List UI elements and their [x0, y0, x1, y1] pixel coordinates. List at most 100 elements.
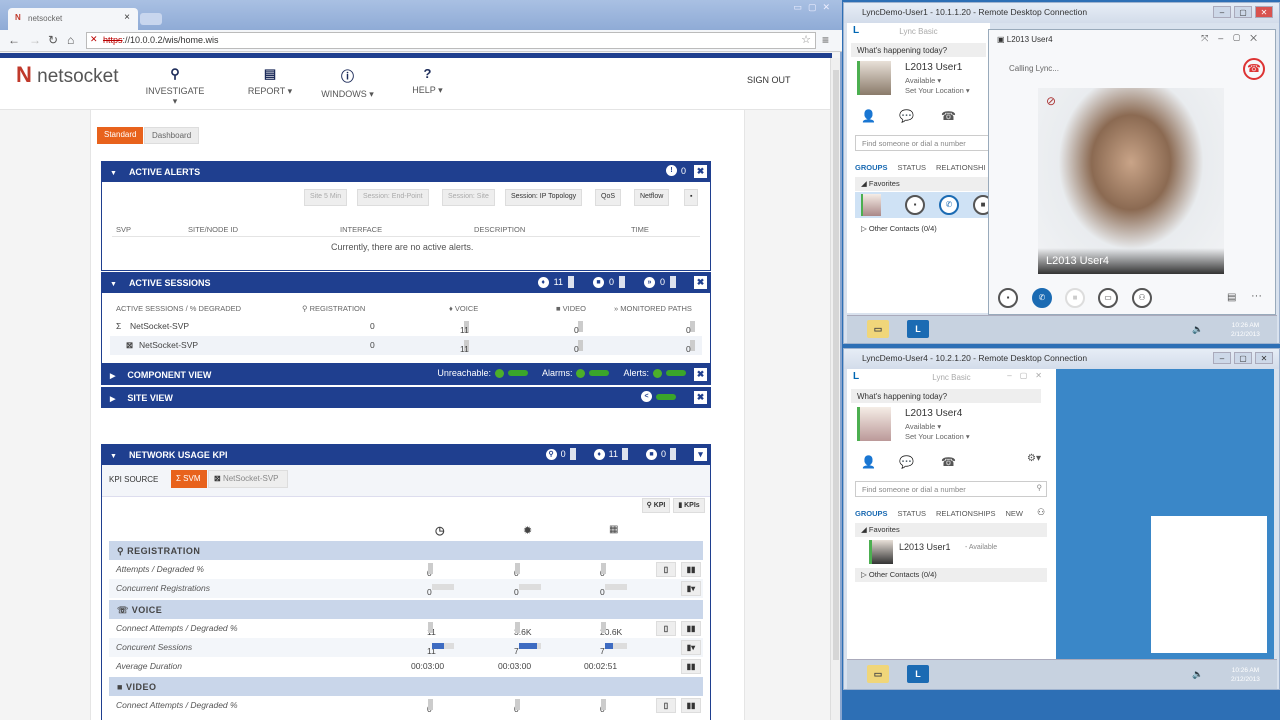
new-tab-button[interactable] [140, 13, 162, 25]
contact-card-icon[interactable]: ▤ [1227, 292, 1236, 303]
bookmark-star-icon[interactable]: ☆ [801, 33, 811, 46]
session-row[interactable]: ⊠ NetSocket-SVP 0 11 0 0 [110, 336, 702, 355]
favorites-group[interactable]: ◢ Favorites [855, 177, 990, 191]
table-view-button[interactable]: ▯ [656, 698, 676, 713]
session-ip-topology-button[interactable]: Session: IP Topology [505, 189, 583, 206]
tab-relationships[interactable]: RELATIONSHIPS [936, 509, 995, 518]
qos-button[interactable]: QoS [595, 189, 622, 206]
presence-dropdown[interactable]: Available ▾ [905, 422, 941, 431]
im-button[interactable]: ▪ [905, 195, 925, 215]
chart-button[interactable]: ▮▮ [681, 659, 701, 674]
col-description[interactable]: DESCRIPTION [474, 225, 525, 234]
session-site-button[interactable]: Session: Site [442, 189, 495, 206]
conversation-window-controls[interactable]: ⤧–▢✕ [1201, 33, 1267, 44]
chart-button[interactable]: ▮▮ [681, 621, 701, 636]
pin-icon[interactable]: ✖ [694, 368, 707, 381]
phone-icon[interactable]: ☎ [941, 109, 956, 123]
conversations-icon[interactable]: 💬 [899, 455, 914, 469]
tab-status[interactable]: STATUS [898, 509, 926, 518]
section-video[interactable]: ■ VIDEO [109, 677, 703, 696]
rdp-window-controls[interactable]: – ▢ ✕ [1213, 352, 1273, 364]
pin-icon[interactable]: ✖ [694, 276, 707, 289]
site-view-header[interactable]: ▶ SITE VIEW < ✖ [102, 388, 710, 408]
chart-dropdown-button[interactable]: ▮▾ [681, 640, 701, 655]
settings-gear-icon[interactable]: ⚙▾ [1027, 453, 1041, 464]
url-input[interactable]: ✕ https://10.0.0.2/wis/home.wis ☆ [86, 32, 816, 49]
source-netsocket-svp-button[interactable]: ⊠ NetSocket-SVP [208, 470, 288, 488]
window-controls[interactable]: ▭▢✕ [793, 2, 836, 13]
video-button-disabled[interactable]: ■ [1065, 288, 1085, 308]
site-5min-button[interactable]: Site 5 Min [304, 189, 348, 206]
menu-windows[interactable]: ⓘ WINDOWS ▾ [320, 66, 375, 100]
find-contact-input[interactable]: Find someone or dial a number [855, 135, 990, 151]
active-alerts-header[interactable]: ▼ ACTIVE ALERTS ! 0 ✖ [102, 162, 710, 182]
lync-taskbar-icon[interactable]: L [907, 320, 929, 338]
participants-button[interactable]: ⚇ [1132, 288, 1152, 308]
tab-groups[interactable]: GROUPS [855, 163, 888, 172]
col-svp[interactable]: SVP [116, 225, 131, 234]
view-standard-tab[interactable]: Standard [97, 127, 144, 144]
volume-icon[interactable]: 🔈 [1192, 669, 1203, 680]
source-svm-button[interactable]: Σ SVM [171, 470, 207, 488]
more-options-icon[interactable]: ··· [1251, 290, 1262, 302]
lync-window-controls[interactable]: –▢✕ [1007, 371, 1050, 380]
phone-icon[interactable]: ☎ [941, 455, 956, 469]
pin-icon[interactable]: ✖ [694, 165, 707, 178]
export-icon[interactable]: ▪ [684, 189, 699, 206]
lync-taskbar-icon[interactable]: L [907, 665, 929, 683]
home-icon[interactable]: ⌂ [67, 33, 74, 47]
conversations-icon[interactable]: 💬 [899, 109, 914, 123]
contacts-icon[interactable]: 👤 [861, 455, 876, 469]
reload-icon[interactable]: ↻ [48, 33, 58, 47]
location-dropdown[interactable]: Set Your Location ▾ [905, 432, 970, 441]
status-note-input[interactable]: What's happening today? [851, 389, 1041, 403]
file-explorer-icon[interactable]: ▭ [867, 665, 889, 683]
taskbar-clock[interactable]: 10:26 AM 2/12/2013 [1231, 321, 1260, 339]
favorites-group[interactable]: ◢ Favorites [855, 523, 1047, 537]
taskbar-clock[interactable]: 10:26 AM 2/12/2013 [1231, 666, 1260, 684]
col-interface[interactable]: INTERFACE [340, 225, 382, 234]
sign-out-link[interactable]: SIGN OUT [747, 75, 791, 85]
other-contacts-group[interactable]: ▷ Other Contacts (0/4) [861, 224, 937, 233]
status-note-input[interactable]: What's happening today? [851, 43, 986, 57]
section-registration[interactable]: ⚲ REGISTRATION [109, 541, 703, 560]
chart-button[interactable]: ▮▮ [681, 562, 701, 577]
chart-button[interactable]: ▮▮ [681, 698, 701, 713]
network-kpi-header[interactable]: ▼ NETWORK USAGE KPI ⚲ 0 ♦ 11 ■ 0 ▾ [102, 445, 710, 465]
view-dashboard-tab[interactable]: Dashboard [144, 127, 200, 144]
volume-icon[interactable]: 🔈 [1192, 324, 1203, 335]
chart-dropdown-button[interactable]: ▮▾ [681, 581, 701, 596]
netflow-button[interactable]: Netflow [634, 189, 670, 206]
rdp-title-bar[interactable]: LyncDemo-User1 - 10.1.1.20 - Remote Desk… [844, 3, 1279, 23]
back-icon[interactable]: ← [8, 33, 20, 47]
menu-report[interactable]: ▤ REPORT ▾ [240, 66, 300, 97]
tab-groups[interactable]: GROUPS [855, 509, 888, 518]
netsocket-logo[interactable]: N netsocket [16, 62, 119, 88]
favorite-contact[interactable]: L2013 User1 - Available [855, 538, 1047, 566]
table-view-button[interactable]: ▯ [656, 621, 676, 636]
kpis-chart-button[interactable]: ▮ KPIs [673, 498, 705, 513]
call-button[interactable]: ✆ [939, 195, 959, 215]
rdp-title-bar[interactable]: LyncDemo-User4 - 10.2.1.20 - Remote Desk… [844, 349, 1279, 369]
favorite-contact[interactable]: ▪ ✆ ■ [855, 192, 993, 218]
menu-help[interactable]: ? HELP ▾ [405, 66, 450, 96]
component-view-header[interactable]: ▶ COMPONENT VIEW Unreachable: Alarms: Ale… [102, 365, 710, 385]
active-sessions-header[interactable]: ▼ ACTIVE SESSIONS ♦ 11 ■ 0 » 0 ✖ [102, 273, 710, 293]
session-row[interactable]: Σ NetSocket-SVP 0 11 0 0 [110, 317, 702, 336]
close-tab-icon[interactable]: × [124, 12, 130, 23]
presence-dropdown[interactable]: Available ▾ [905, 76, 941, 85]
add-contact-icon[interactable]: ⚇ [1037, 507, 1045, 518]
pin-icon[interactable]: ✖ [694, 391, 707, 404]
other-contacts-group[interactable]: ▷ Other Contacts (0/4) [855, 568, 1047, 582]
pin-icon[interactable]: ▾ [694, 448, 707, 461]
contacts-icon[interactable]: 👤 [861, 109, 876, 123]
col-time[interactable]: TIME [631, 225, 649, 234]
forward-icon[interactable]: → [29, 33, 41, 47]
call-control-button[interactable]: ✆ [1032, 288, 1052, 308]
table-view-button[interactable]: ▯ [656, 562, 676, 577]
location-dropdown[interactable]: Set Your Location ▾ [905, 86, 970, 95]
page-scrollbar[interactable] [830, 58, 840, 720]
present-button[interactable]: ▭ [1098, 288, 1118, 308]
find-contact-input[interactable]: Find someone or dial a number ⚲ [855, 481, 1047, 497]
col-site-node-id[interactable]: SITE/NODE ID [188, 225, 238, 234]
